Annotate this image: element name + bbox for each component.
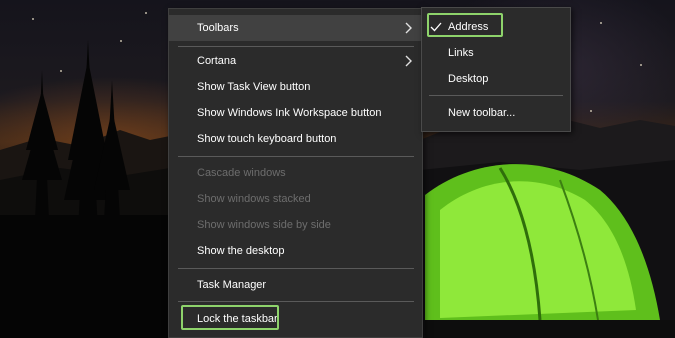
menu-item-task-manager[interactable]: Task Manager: [169, 272, 422, 298]
menu-item-show-windows-ink-workspace-button[interactable]: Show Windows Ink Workspace button: [169, 100, 422, 126]
taskbar-context-menu: Toolbars Cortana Show Task View button S…: [168, 8, 423, 338]
menu-item-label: Show touch keyboard button: [197, 133, 337, 145]
submenu-item-label: Links: [448, 47, 474, 59]
menu-item-label: Show windows stacked: [197, 193, 311, 205]
menu-separator: [178, 46, 414, 47]
chevron-right-icon: [405, 55, 412, 67]
menu-item-label: Show the desktop: [197, 245, 285, 257]
lock-taskbar-callout-outline: [181, 305, 279, 330]
menu-separator: [178, 268, 414, 269]
submenu-item-label: New toolbar...: [448, 107, 516, 119]
address-callout-outline: [427, 13, 503, 37]
menu-item-label: Show Task View button: [197, 81, 311, 93]
submenu-item-new-toolbar[interactable]: New toolbar...: [422, 100, 570, 126]
submenu-item-label: Desktop: [448, 73, 489, 85]
menu-item-cortana[interactable]: Cortana: [169, 48, 422, 74]
menu-item-label: Cortana: [197, 55, 237, 67]
menu-item-cascade-windows: Cascade windows: [169, 160, 422, 186]
submenu-item-desktop[interactable]: Desktop: [422, 66, 570, 92]
menu-separator: [178, 301, 414, 302]
menu-item-label: Toolbars: [197, 22, 239, 34]
menu-item-show-task-view-button[interactable]: Show Task View button: [169, 74, 422, 100]
menu-item-show-windows-stacked: Show windows stacked: [169, 186, 422, 212]
menu-item-toolbars[interactable]: Toolbars: [169, 15, 422, 41]
menu-item-show-touch-keyboard-button[interactable]: Show touch keyboard button: [169, 126, 422, 152]
chevron-right-icon: [405, 22, 412, 34]
menu-item-show-the-desktop[interactable]: Show the desktop: [169, 238, 422, 264]
menu-item-label: Show Windows Ink Workspace button: [197, 107, 382, 119]
menu-item-label: Cascade windows: [197, 167, 286, 179]
menu-item-label: Task Manager: [197, 279, 267, 291]
menu-item-show-windows-side-by-side: Show windows side by side: [169, 212, 422, 238]
submenu-separator: [429, 95, 563, 96]
menu-separator: [178, 156, 414, 157]
submenu-item-links[interactable]: Links: [422, 40, 570, 66]
toolbars-submenu: Address Links Desktop New toolbar...: [421, 7, 571, 132]
menu-item-label: Show windows side by side: [197, 219, 331, 231]
